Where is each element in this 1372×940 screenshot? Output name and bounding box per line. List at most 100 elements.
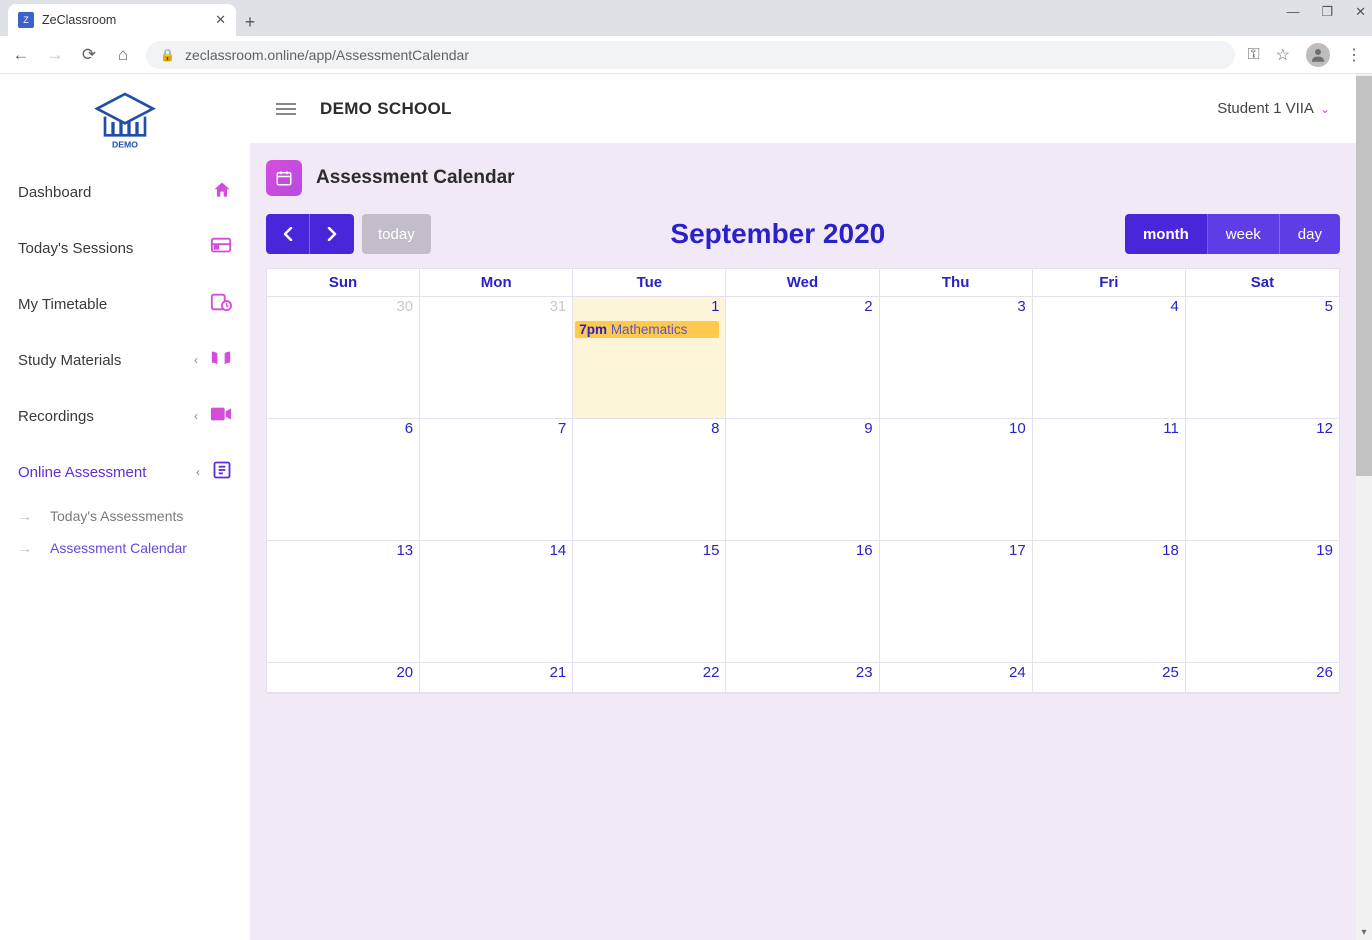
window-maximize-icon[interactable]: ❐ (1321, 4, 1333, 20)
calendar-cell[interactable]: 5 (1186, 297, 1339, 419)
sidebar-item-recordings[interactable]: Recordings ‹ (0, 388, 250, 444)
date-number: 14 (550, 542, 567, 559)
sidebar-subitem-today-s-assessments[interactable]: → Today's Assessments (0, 500, 250, 532)
calendar-cell[interactable]: 17 (880, 541, 1033, 663)
calendar-icon (266, 160, 302, 196)
date-number: 30 (396, 298, 413, 315)
window-close-icon[interactable]: ✕ (1355, 4, 1366, 20)
date-number: 10 (1009, 420, 1026, 437)
day-header: Sun (267, 269, 420, 297)
date-number: 25 (1162, 664, 1179, 681)
calendar-cell[interactable]: 7 (420, 419, 573, 541)
back-button[interactable]: ← (10, 45, 32, 65)
chevron-left-icon: ‹ (194, 409, 198, 423)
calendar-toolbar: today September 2020 month week day (266, 214, 1340, 254)
page-title: Assessment Calendar (316, 167, 515, 189)
calendar-cell[interactable]: 25 (1033, 663, 1186, 693)
calendar-cell[interactable]: 30 (267, 297, 420, 419)
date-number: 22 (703, 664, 720, 681)
browser-tab-strip: Z ZeClassroom ✕ + — ❐ ✕ (0, 0, 1372, 36)
sidebar-item-online-assessment[interactable]: Online Assessment ‹ (0, 444, 250, 500)
tab-close-icon[interactable]: ✕ (215, 12, 226, 28)
calendar-cell[interactable]: 2 (726, 297, 879, 419)
next-month-button[interactable] (310, 214, 354, 254)
calendar-cell[interactable]: 8 (573, 419, 726, 541)
chevron-down-icon: ⌄ (1320, 102, 1330, 116)
bookmark-star-icon[interactable]: ☆ (1276, 45, 1290, 65)
scroll-down-icon[interactable]: ▾ (1356, 924, 1372, 940)
lock-icon: 🔒 (160, 48, 175, 62)
calendar-cell[interactable]: 10 (880, 419, 1033, 541)
browser-tab[interactable]: Z ZeClassroom ✕ (8, 4, 236, 36)
sidebar-subitem-assessment-calendar[interactable]: →Assessment Calendar (0, 532, 250, 564)
profile-avatar-icon[interactable] (1306, 43, 1330, 67)
school-name: DEMO SCHOOL (320, 99, 452, 119)
key-icon[interactable]: ⚿ (1247, 46, 1259, 64)
date-number: 26 (1316, 664, 1333, 681)
calendar-cell[interactable]: 21 (420, 663, 573, 693)
reload-button[interactable]: ⟳ (78, 45, 100, 65)
arrow-right-icon: → (18, 540, 32, 556)
arrow-right-icon: → (18, 508, 32, 524)
home-button[interactable]: ⌂ (112, 45, 134, 65)
chevron-left-icon: ‹ (194, 353, 198, 367)
view-day-button[interactable]: day (1280, 214, 1340, 254)
date-number: 7 (558, 420, 566, 437)
calendar-cell[interactable]: 15 (573, 541, 726, 663)
calendar-cell[interactable]: 20 (267, 663, 420, 693)
scroll-thumb[interactable] (1356, 76, 1372, 476)
sidebar-item-label: Recordings (18, 408, 94, 425)
topbar: DEMO SCHOOL Student 1 VIIA ⌄ (250, 74, 1356, 144)
sidebar-subitem-label: Today's Assessments (50, 508, 183, 524)
sidebar-item-label: Online Assessment (18, 464, 146, 481)
timetable-icon (210, 292, 232, 317)
calendar-cell[interactable]: 26 (1186, 663, 1339, 693)
day-header: Tue (573, 269, 726, 297)
calendar-cell[interactable]: 24 (880, 663, 1033, 693)
calendar-cell[interactable]: 23 (726, 663, 879, 693)
calendar-cell[interactable]: 31 (420, 297, 573, 419)
calendar-cell[interactable]: 11 (1033, 419, 1186, 541)
calendar-cell[interactable]: 22 (573, 663, 726, 693)
svg-text:DEMO: DEMO (112, 139, 138, 149)
chevron-left-icon: ‹ (196, 465, 200, 479)
forward-button[interactable]: → (44, 45, 66, 65)
url-input[interactable]: 🔒 zeclassroom.online/app/AssessmentCalen… (146, 41, 1235, 69)
event-title: Mathematics (611, 322, 688, 337)
sidebar-item-study-materials[interactable]: Study Materials ‹ (0, 332, 250, 388)
calendar-event[interactable]: 7pm Mathematics (575, 321, 719, 338)
calendar-cell[interactable]: 19 (1186, 541, 1339, 663)
calendar-cell[interactable]: 4 (1033, 297, 1186, 419)
calendar-cell[interactable]: 18 (1033, 541, 1186, 663)
sidebar-item-my-timetable[interactable]: My Timetable (0, 276, 250, 332)
menu-toggle-button[interactable] (276, 103, 296, 115)
sidebar-item-today-s-sessions[interactable]: Today's Sessions (0, 220, 250, 276)
app-logo: DEMO (0, 82, 250, 164)
calendar-cell[interactable]: 12 (1186, 419, 1339, 541)
calendar-cell[interactable]: 3 (880, 297, 1033, 419)
home-icon (212, 180, 232, 205)
calendar-cell[interactable]: 17pm Mathematics (573, 297, 726, 419)
user-dropdown[interactable]: Student 1 VIIA ⌄ (1217, 100, 1330, 117)
date-number: 15 (703, 542, 720, 559)
today-button[interactable]: today (362, 214, 431, 254)
calendar-cell[interactable]: 14 (420, 541, 573, 663)
day-header: Mon (420, 269, 573, 297)
calendar-cell[interactable]: 9 (726, 419, 879, 541)
browser-menu-icon[interactable]: ⋮ (1346, 45, 1362, 65)
calendar-cell[interactable]: 16 (726, 541, 879, 663)
calendar-cell[interactable]: 6 (267, 419, 420, 541)
event-time: 7pm (579, 322, 607, 337)
new-tab-button[interactable]: + (236, 8, 264, 36)
video-icon (210, 406, 232, 427)
window-minimize-icon[interactable]: — (1286, 4, 1299, 20)
vertical-scrollbar[interactable]: ▾ (1356, 74, 1372, 940)
calendar-cell[interactable]: 13 (267, 541, 420, 663)
view-week-button[interactable]: week (1208, 214, 1280, 254)
date-number: 9 (864, 420, 872, 437)
date-number: 20 (396, 664, 413, 681)
prev-month-button[interactable] (266, 214, 310, 254)
date-number: 19 (1316, 542, 1333, 559)
view-month-button[interactable]: month (1125, 214, 1208, 254)
sidebar-item-dashboard[interactable]: Dashboard (0, 164, 250, 220)
